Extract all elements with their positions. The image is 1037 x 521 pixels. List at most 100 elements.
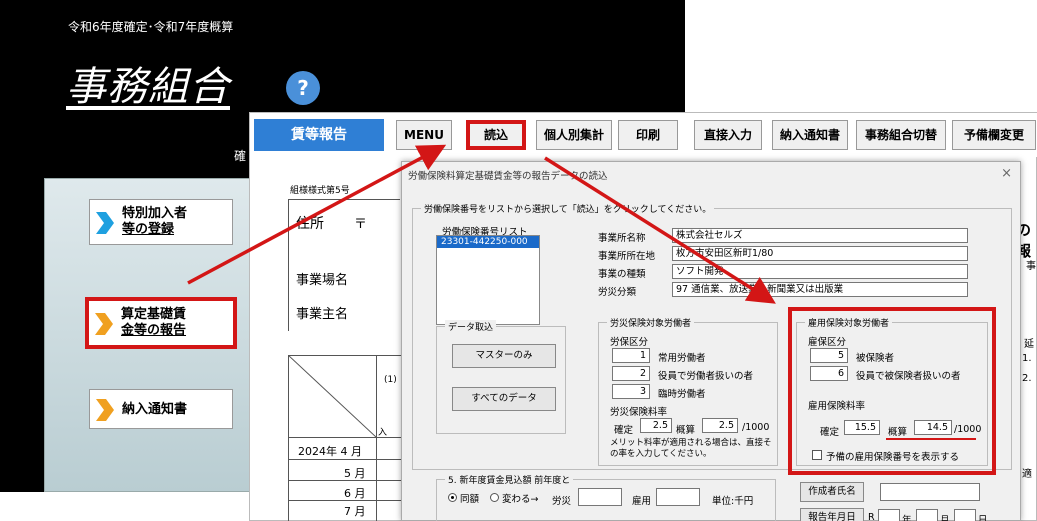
same-amount-radio[interactable] <box>448 493 457 502</box>
column-text: 入 <box>378 428 388 438</box>
menu-button[interactable]: MENU <box>396 120 452 150</box>
year-field[interactable] <box>878 509 900 521</box>
rousai-kubun-text: 臨時労働者 <box>658 389 706 400</box>
per-mille-label: /1000 <box>742 422 770 433</box>
month-row: 7 月 <box>344 505 366 518</box>
all-data-button[interactable]: すべてのデータ <box>452 387 556 411</box>
menu-label-line1: 算定基礎賃 <box>121 307 187 322</box>
direct-input-button[interactable]: 直接入力 <box>694 120 762 150</box>
report-date-label: 報告年月日 <box>800 508 864 521</box>
merit-rate-note: メリット料率が適用される場合は、直接その率を入力してください。 <box>610 438 772 459</box>
divider <box>288 199 400 200</box>
menu-label-line1: 特別加入者 <box>122 206 188 221</box>
koyou-amount-label: 雇用 <box>632 496 652 507</box>
individual-total-button[interactable]: 個人別集計 <box>536 120 612 150</box>
close-icon[interactable]: × <box>1001 166 1012 181</box>
office-name-label: 事業場名 <box>296 273 349 288</box>
month-row: 6 月 <box>344 487 366 500</box>
data-import-group: データ取込 <box>436 320 566 434</box>
rousai-rate-label: 労災保険料率 <box>610 407 668 418</box>
postal-mark: 〒 <box>354 217 368 232</box>
month-field[interactable] <box>916 509 938 521</box>
dialog-title: 労働保険料算定基礎賃金等の報告データの読込 <box>408 171 608 182</box>
chevron-right-icon <box>96 399 114 421</box>
business-type-label: 事業の種類 <box>598 269 646 280</box>
switch-association-button[interactable]: 事務組合切替 <box>856 120 946 150</box>
unit-label: 単位:千円 <box>712 496 754 507</box>
group-label: 労働保険番号をリストから選択して「読込」をクリックしてください。 <box>421 202 715 215</box>
load-dialog: 労働保険料算定基礎賃金等の報告データの読込 × 労働保険番号をリストから選択して… <box>401 161 1021 521</box>
divider <box>288 500 402 501</box>
accident-class-field[interactable]: 97 通信業、放送業、新聞業又は出版業 <box>672 282 968 297</box>
owner-label: 事業主名 <box>296 307 349 322</box>
highlight-box <box>788 307 996 475</box>
insurance-number-list[interactable]: 23301-442250-000 <box>436 235 540 325</box>
rousai-kubun-number[interactable]: 1 <box>612 348 650 363</box>
rousai-kubun-number[interactable]: 3 <box>612 384 650 399</box>
rousai-amount-field[interactable] <box>578 488 622 506</box>
group-label: 労災保険対象労働者 <box>607 316 695 329</box>
author-name-field[interactable] <box>880 483 980 501</box>
rousai-kakutei-label: 確定 <box>614 425 634 436</box>
clipped-text: 延 <box>1024 339 1034 350</box>
divider <box>288 199 289 331</box>
menu-label-line2: 金等の報告 <box>121 323 187 338</box>
group-label: データ取込 <box>445 320 497 333</box>
address-label: 住所 <box>296 216 324 232</box>
office-name-field[interactable]: 株式会社セルズ <box>672 228 968 243</box>
wage-base-report-button[interactable]: 算定基礎賃 金等の報告 <box>85 297 237 349</box>
rousai-kubun-label: 労保区分 <box>610 337 649 348</box>
app-title: 事務組合 <box>66 64 230 110</box>
payment-notice-button[interactable]: 納入通知書 <box>89 389 233 429</box>
load-button[interactable]: 読込 <box>466 120 526 150</box>
group-label: 5. 新年度賃金見込額 前年度と <box>445 473 574 486</box>
business-type-field[interactable]: ソフト開発 <box>672 264 968 279</box>
change-label: 変わる→ <box>502 494 539 505</box>
menu-label-line2: 等の登録 <box>122 222 175 237</box>
clipped-text: 1. <box>1022 353 1032 364</box>
rousai-gaisan-rate[interactable]: 2.5 <box>702 418 738 433</box>
menu-label-line1: 納入通知書 <box>122 402 188 417</box>
toolbar: 賃等報告 MENU 読込 個人別集計 印刷 直接入力 納入通知書 事務組合切替 … <box>250 113 1037 157</box>
column-number: (1) <box>384 375 397 385</box>
rousai-kubun-text: 役員で労働者扱いの者 <box>658 371 754 382</box>
month-label: 月 <box>940 515 950 521</box>
month-row: 2024年 4 月 <box>298 445 362 458</box>
divider <box>288 480 402 481</box>
payment-notice-toolbar-button[interactable]: 納入通知書 <box>772 120 848 150</box>
office-address-label: 事業所所在地 <box>598 251 656 262</box>
rousai-amount-label: 労災 <box>552 496 572 507</box>
divider <box>376 355 377 521</box>
rousai-kubun-number[interactable]: 2 <box>612 366 650 381</box>
rousai-gaisan-label: 概算 <box>676 425 696 436</box>
office-name-label: 事業所名称 <box>598 233 646 244</box>
rousai-kakutei-rate[interactable]: 2.5 <box>640 418 672 433</box>
chevron-right-icon <box>95 313 113 335</box>
change-radio[interactable] <box>490 493 499 502</box>
form-number: 組様様式第5号 <box>290 186 350 196</box>
author-name-label: 作成者氏名 <box>800 482 864 502</box>
print-button[interactable]: 印刷 <box>618 120 678 150</box>
diagonal-divider <box>288 355 376 437</box>
master-only-button[interactable]: マスターのみ <box>452 344 556 368</box>
koyou-amount-field[interactable] <box>656 488 700 506</box>
month-row: 5 月 <box>344 467 366 480</box>
list-item[interactable]: 23301-442250-000 <box>437 236 539 248</box>
special-member-registration-button[interactable]: 特別加入者 等の登録 <box>89 199 233 245</box>
office-address-field[interactable]: 枚方市安田区新町1/80 <box>672 246 968 261</box>
clipped-text: 適 <box>1022 469 1032 480</box>
divider <box>288 459 402 460</box>
rousai-kubun-text: 常用労働者 <box>658 353 706 364</box>
clipped-text: 確 <box>234 149 247 163</box>
day-field[interactable] <box>954 509 976 521</box>
year-label: 年 <box>902 515 912 521</box>
app-subtitle: 令和6年度確定･令和7年度概算 <box>68 20 234 34</box>
accident-class-label: 労災分類 <box>598 287 637 298</box>
same-amount-label: 同額 <box>460 494 480 505</box>
clipped-text: 2. <box>1022 373 1032 384</box>
day-label: 日 <box>978 515 988 521</box>
chevron-right-icon <box>96 212 114 234</box>
window-title: 賃等報告 <box>254 119 384 151</box>
help-icon[interactable]: ? <box>286 71 320 105</box>
change-reserve-field-button[interactable]: 予備欄変更 <box>952 120 1036 150</box>
